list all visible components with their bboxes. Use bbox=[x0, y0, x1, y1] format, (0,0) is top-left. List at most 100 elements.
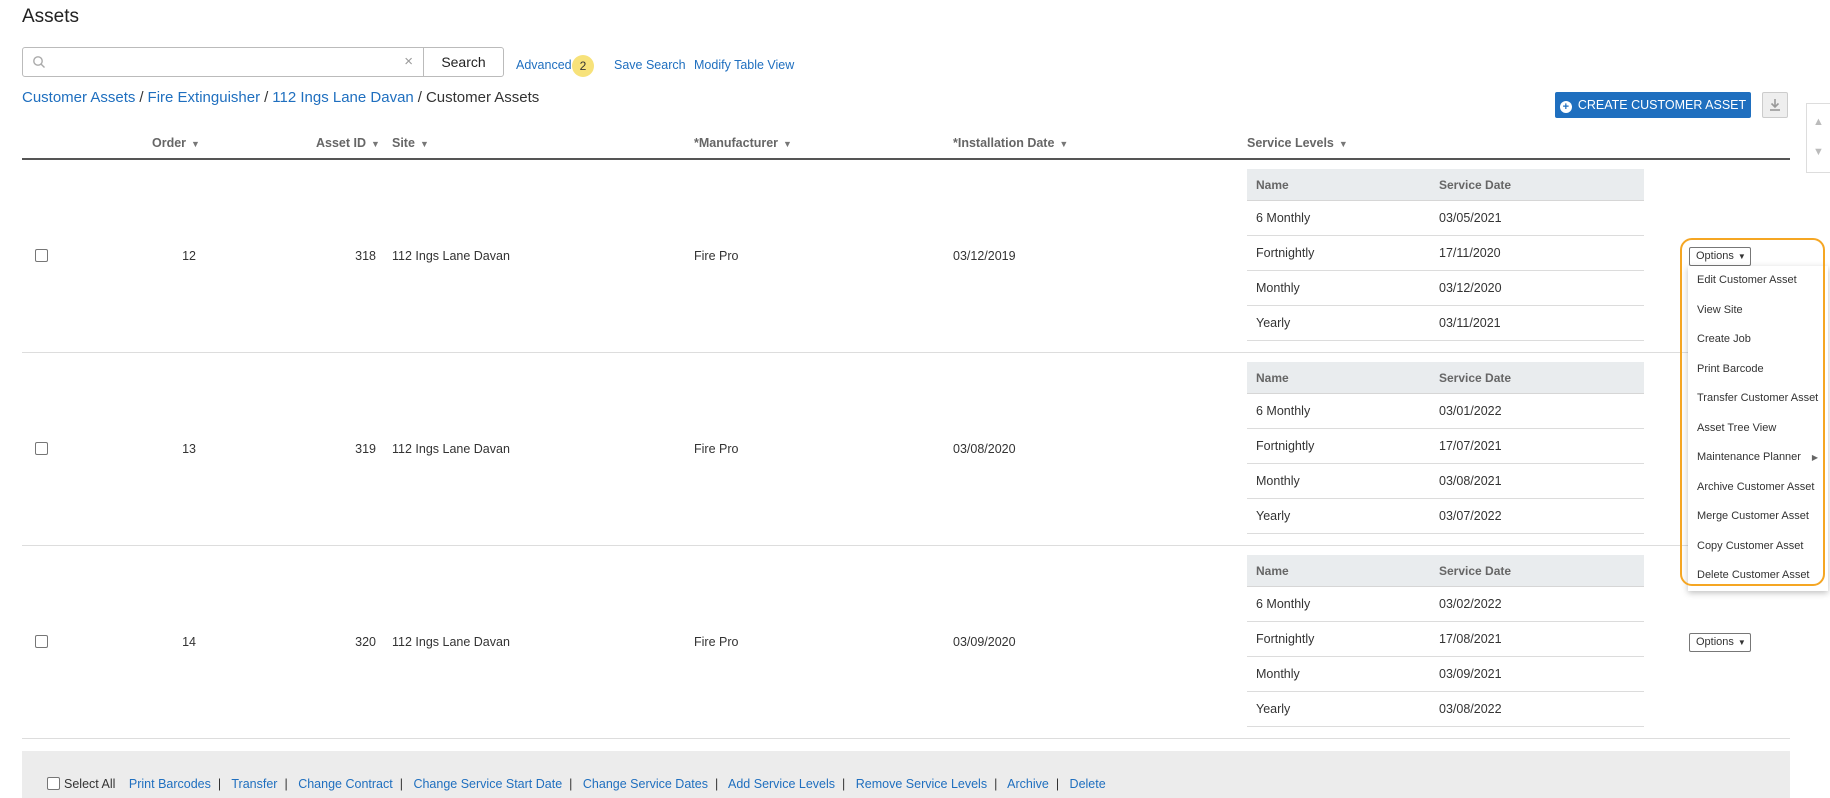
plus-circle-icon: + bbox=[1559, 101, 1572, 113]
menu-item-view-site[interactable]: View Site bbox=[1688, 296, 1828, 326]
row-checkbox[interactable] bbox=[35, 249, 48, 262]
service-table-header: Name Service Date bbox=[1247, 362, 1644, 394]
column-service-levels[interactable]: Service Levels ▼ bbox=[1247, 136, 1348, 150]
column-service-levels-label: Service Levels bbox=[1247, 136, 1334, 150]
advanced-search-link[interactable]: Advanced bbox=[516, 58, 572, 72]
dropdown-caret-icon: ▼ bbox=[1737, 252, 1746, 261]
service-name: 6 Monthly bbox=[1256, 597, 1311, 611]
asset-id-cell: 318 bbox=[355, 249, 376, 263]
menu-item-maintenance-planner-label: Maintenance Planner bbox=[1697, 451, 1801, 463]
action-separator: | bbox=[569, 777, 573, 791]
menu-item-copy-customer-asset[interactable]: Copy Customer Asset bbox=[1688, 532, 1828, 562]
action-print-barcodes[interactable]: Print Barcodes bbox=[129, 777, 211, 791]
menu-item-create-job[interactable]: Create Job bbox=[1688, 325, 1828, 355]
column-manufacturer[interactable]: *Manufacturer ▼ bbox=[694, 136, 792, 150]
service-name: 6 Monthly bbox=[1256, 211, 1311, 225]
service-date-header: Service Date bbox=[1439, 564, 1512, 578]
service-date: 03/08/2021 bbox=[1439, 474, 1502, 488]
page-title: Assets bbox=[22, 6, 80, 27]
breadcrumb-fire-extinguisher[interactable]: Fire Extinguisher bbox=[148, 89, 261, 106]
sort-caret-icon: ▼ bbox=[1059, 139, 1069, 149]
action-separator: | bbox=[399, 777, 403, 791]
service-name: 6 Monthly bbox=[1256, 404, 1311, 418]
service-name-header: Name bbox=[1256, 178, 1289, 192]
action-add-service-levels[interactable]: Add Service Levels bbox=[728, 777, 835, 791]
column-order[interactable]: Order ▼ bbox=[152, 136, 200, 150]
service-date: 03/09/2021 bbox=[1439, 667, 1502, 681]
service-levels-table: Name Service Date 6 Monthly 03/05/2021 For… bbox=[1247, 169, 1644, 341]
export-button[interactable] bbox=[1762, 92, 1788, 118]
action-archive[interactable]: Archive bbox=[1007, 777, 1049, 791]
create-customer-asset-label: CREATE CUSTOMER ASSET bbox=[1577, 98, 1747, 112]
row-checkbox[interactable] bbox=[35, 635, 48, 648]
action-separator: | bbox=[217, 777, 222, 791]
service-row: Monthly 03/08/2021 bbox=[1247, 464, 1644, 499]
menu-item-delete-customer-asset[interactable]: Delete Customer Asset bbox=[1688, 561, 1828, 591]
options-button[interactable]: Options ▼ bbox=[1689, 247, 1751, 266]
scroll-up-icon[interactable]: ▲ bbox=[1813, 116, 1824, 128]
clear-icon[interactable]: × bbox=[404, 53, 413, 70]
search-input[interactable] bbox=[55, 51, 395, 73]
breadcrumb-customer-assets[interactable]: Customer Assets bbox=[22, 89, 135, 106]
service-row: Monthly 03/12/2020 bbox=[1247, 271, 1644, 306]
breadcrumb-site[interactable]: 112 Ings Lane Davan bbox=[272, 89, 414, 106]
save-search-link[interactable]: Save Search bbox=[614, 58, 686, 72]
order-cell: 13 bbox=[182, 442, 196, 456]
menu-item-transfer-customer-asset[interactable]: Transfer Customer Asset bbox=[1688, 384, 1828, 414]
options-label: Options bbox=[1696, 636, 1734, 648]
service-row: Yearly 03/08/2022 bbox=[1247, 692, 1644, 727]
modify-table-view-link[interactable]: Modify Table View bbox=[694, 58, 794, 72]
service-date: 17/08/2021 bbox=[1439, 632, 1502, 646]
submenu-arrow-icon: ▶ bbox=[1811, 453, 1818, 462]
table-header: Order ▼ Asset ID ▼ Site ▼ *Manufacturer ▼ *I… bbox=[22, 132, 1790, 160]
menu-item-print-barcode[interactable]: Print Barcode bbox=[1688, 355, 1828, 385]
manufacturer-cell: Fire Pro bbox=[694, 635, 739, 649]
menu-item-merge-customer-asset[interactable]: Merge Customer Asset bbox=[1688, 502, 1828, 532]
breadcrumb: Customer Assets / Fire Extinguisher/112 In… bbox=[22, 89, 539, 106]
sort-caret-icon: ▼ bbox=[191, 139, 200, 149]
installation-date-cell: 03/12/2019 bbox=[953, 249, 1016, 263]
search-icon bbox=[33, 56, 45, 68]
create-customer-asset-button[interactable]: + CREATE CUSTOMER ASSET bbox=[1555, 92, 1751, 118]
column-installation-date[interactable]: *Installation Date ▼ bbox=[953, 136, 1068, 150]
breadcrumb-separator: / bbox=[139, 89, 144, 106]
service-row: Yearly 03/07/2022 bbox=[1247, 499, 1644, 534]
breadcrumb-separator: / bbox=[264, 89, 269, 106]
service-row: Monthly 03/09/2021 bbox=[1247, 657, 1644, 692]
service-row: 6 Monthly 03/02/2022 bbox=[1247, 587, 1644, 622]
select-all-label: Select All bbox=[64, 777, 116, 791]
asset-id-cell: 319 bbox=[355, 442, 376, 456]
service-date: 17/11/2020 bbox=[1439, 246, 1501, 260]
breadcrumb-separator: / bbox=[417, 89, 422, 106]
side-scroll-control[interactable]: ▲ ▼ bbox=[1806, 103, 1830, 173]
select-all-checkbox[interactable] bbox=[47, 777, 60, 790]
menu-item-archive-customer-asset[interactable]: Archive Customer Asset bbox=[1688, 473, 1828, 503]
site-cell: 112 Ings Lane Davan bbox=[392, 635, 510, 649]
service-date: 03/07/2022 bbox=[1439, 509, 1502, 523]
column-manufacturer-label: *Manufacturer bbox=[694, 136, 779, 150]
action-separator: | bbox=[1055, 777, 1060, 791]
advanced-filter-count-badge[interactable]: 2 bbox=[572, 55, 594, 77]
menu-item-maintenance-planner[interactable]: Maintenance Planner ▶ bbox=[1688, 443, 1828, 473]
menu-item-edit-customer-asset[interactable]: Edit Customer Asset bbox=[1688, 266, 1828, 296]
column-installation-date-label: *Installation Date bbox=[953, 136, 1055, 150]
action-change-contract[interactable]: Change Contract bbox=[298, 777, 393, 791]
column-site[interactable]: Site ▼ bbox=[392, 136, 429, 150]
action-remove-service-levels[interactable]: Remove Service Levels bbox=[856, 777, 987, 791]
service-name: Fortnightly bbox=[1256, 246, 1315, 260]
menu-item-asset-tree-view[interactable]: Asset Tree View bbox=[1688, 414, 1828, 444]
service-date-header: Service Date bbox=[1439, 178, 1512, 192]
options-button[interactable]: Options ▼ bbox=[1689, 633, 1751, 652]
column-asset-id[interactable]: Asset ID ▼ bbox=[316, 136, 380, 150]
order-cell: 14 bbox=[182, 635, 196, 649]
action-delete[interactable]: Delete bbox=[1070, 777, 1106, 791]
site-cell: 112 Ings Lane Davan bbox=[392, 249, 510, 263]
action-change-service-start-date[interactable]: Change Service Start Date bbox=[413, 777, 562, 791]
row-divider bbox=[22, 545, 1790, 546]
search-box[interactable]: × bbox=[22, 47, 424, 77]
action-transfer[interactable]: Transfer bbox=[231, 777, 277, 791]
row-checkbox[interactable] bbox=[35, 442, 48, 455]
scroll-down-icon[interactable]: ▼ bbox=[1813, 146, 1824, 158]
search-button[interactable]: Search bbox=[423, 47, 504, 77]
action-change-service-dates[interactable]: Change Service Dates bbox=[583, 777, 708, 791]
